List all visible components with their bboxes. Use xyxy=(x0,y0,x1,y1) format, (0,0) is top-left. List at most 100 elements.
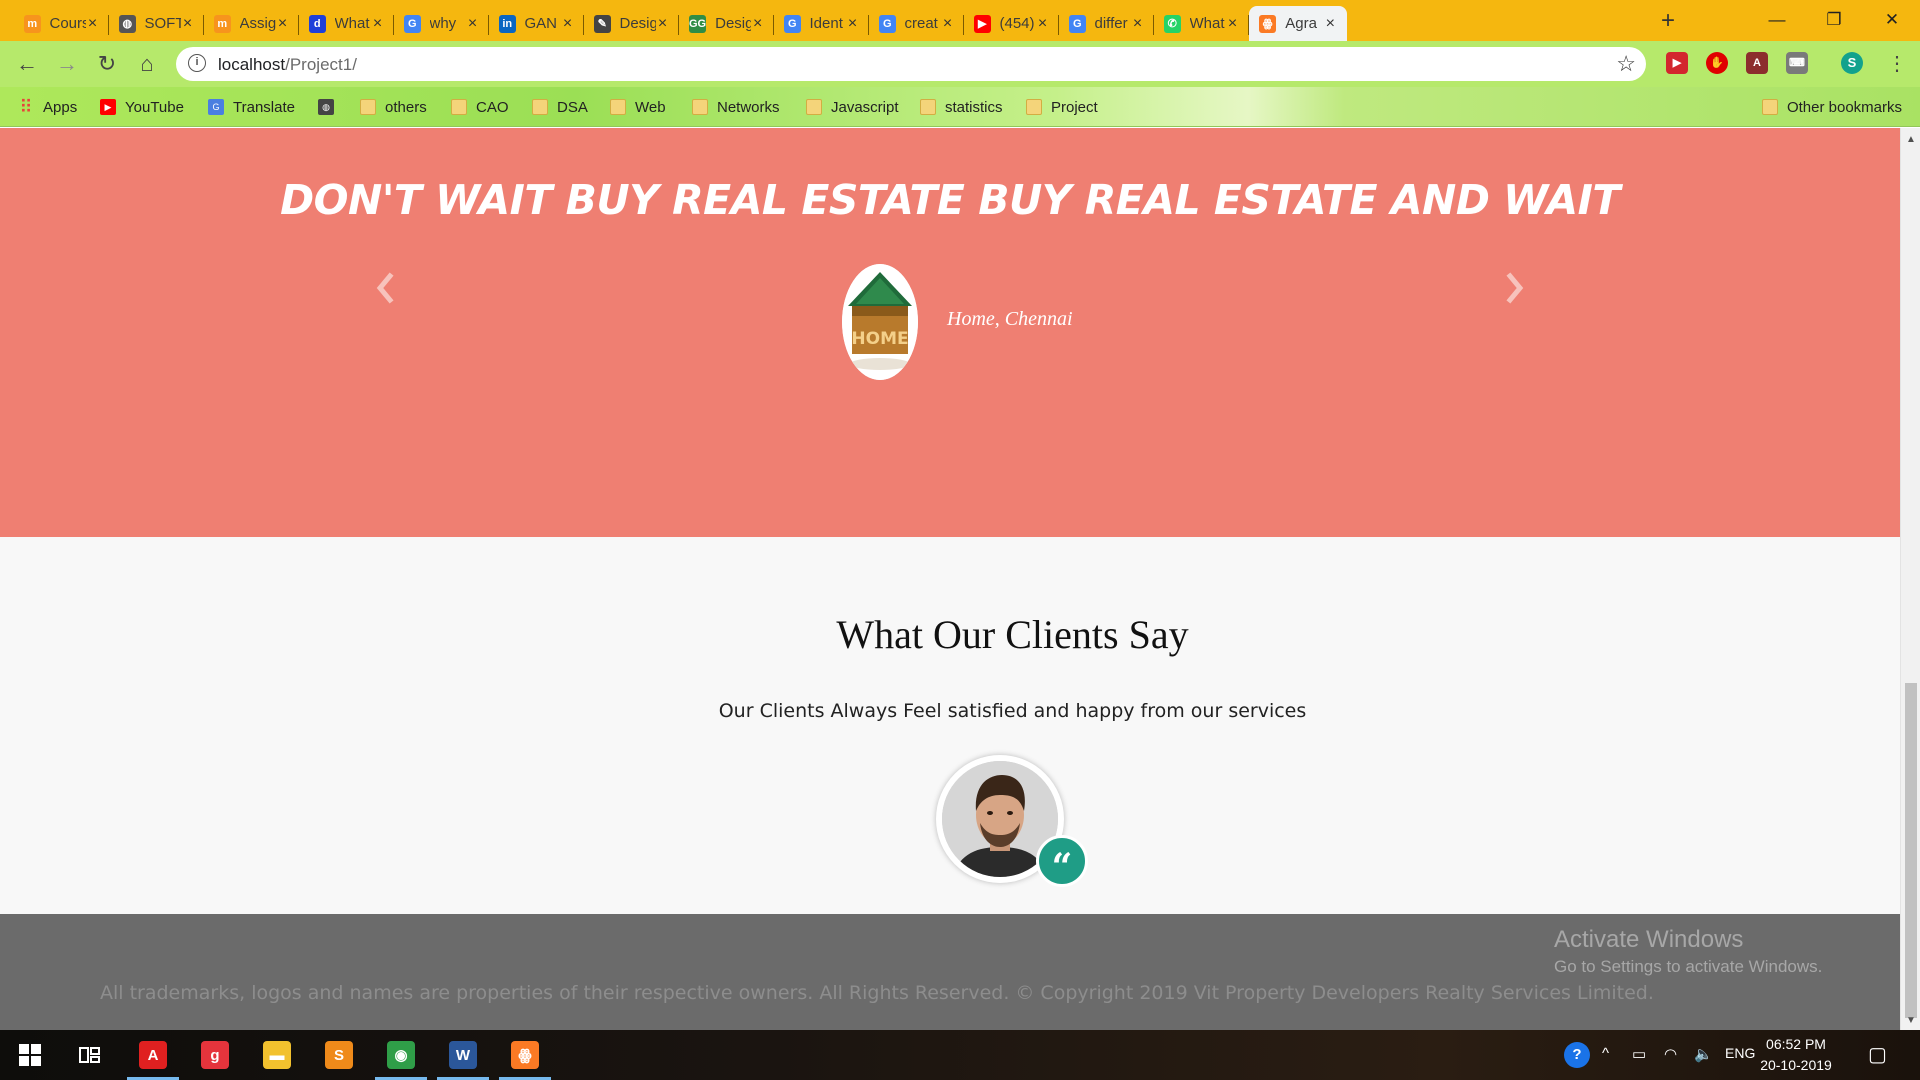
restore-button[interactable]: ❐ xyxy=(1814,6,1854,34)
hero-carousel: DON'T WAIT BUY REAL ESTATE BUY REAL ESTA… xyxy=(0,128,1900,537)
close-tab-icon[interactable]: × xyxy=(941,15,954,33)
extension-acrobat-icon[interactable]: A xyxy=(1746,52,1768,74)
bookmark-statistics[interactable]: statistics xyxy=(920,96,1003,118)
tab[interactable]: in GAN × xyxy=(489,6,584,41)
bookmark-youtube[interactable]: ▶ YouTube xyxy=(100,96,184,118)
activate-windows-title: Activate Windows xyxy=(1554,926,1744,953)
taskbar-grammarly[interactable]: g xyxy=(185,1030,245,1080)
bookmark-star-icon[interactable]: ☆ xyxy=(1616,51,1636,77)
forward-button[interactable]: → xyxy=(52,49,82,79)
extension-video-icon[interactable]: ▶ xyxy=(1666,52,1688,74)
system-clock[interactable]: 06:52 PM 20-10-2019 xyxy=(1754,1034,1838,1076)
scrollbar-thumb[interactable] xyxy=(1905,683,1917,1018)
carousel-prev-icon[interactable] xyxy=(373,268,397,308)
help-icon[interactable]: ? xyxy=(1564,1042,1590,1068)
bookmark-others[interactable]: others xyxy=(360,96,427,118)
close-tab-icon[interactable]: × xyxy=(751,15,764,33)
tab[interactable]: Gwhy × xyxy=(394,6,489,41)
close-tab-icon[interactable]: × xyxy=(466,15,479,33)
task-view-button[interactable] xyxy=(60,1030,120,1080)
address-bar[interactable]: i localhost/Project1/ ☆ xyxy=(176,47,1646,81)
taskbar-acrobat[interactable]: A xyxy=(123,1030,183,1080)
tab[interactable]: ✎ Desig × xyxy=(584,6,679,41)
bookmark-apps[interactable]: ⠿ Apps xyxy=(18,96,77,118)
taskbar-file-explorer[interactable]: ▬ xyxy=(247,1030,307,1080)
bookmark-globe[interactable]: ◍ xyxy=(318,96,343,118)
address-path: /Project1/ xyxy=(285,55,357,74)
reload-button[interactable]: ↻ xyxy=(92,49,122,79)
page-scrollbar[interactable]: ▲ ▼ xyxy=(1900,128,1920,1030)
tab-title: Assig xyxy=(239,15,277,32)
menu-kebab-icon[interactable]: ⋮ xyxy=(1882,49,1912,79)
taskbar-chrome[interactable]: ◉ xyxy=(371,1030,431,1080)
home-image-text: HOME xyxy=(851,329,908,349)
new-tab-button[interactable]: + xyxy=(1655,9,1681,35)
tab[interactable]: d What × xyxy=(299,6,394,41)
close-tab-icon[interactable]: × xyxy=(1036,15,1049,33)
wifi-icon[interactable]: ◠ xyxy=(1664,1045,1677,1063)
other-bookmarks[interactable]: Other bookmarks xyxy=(1761,96,1902,118)
close-tab-icon[interactable]: × xyxy=(1131,15,1144,33)
close-window-button[interactable]: ✕ xyxy=(1872,6,1912,34)
tab[interactable]: ✆ What × xyxy=(1154,6,1249,41)
bookmark-web[interactable]: Web xyxy=(610,96,666,118)
tray-chevron-icon[interactable]: ^ xyxy=(1602,1045,1609,1062)
taskbar-xampp[interactable]: ꙮ xyxy=(495,1030,555,1080)
extension-keyboard-icon[interactable]: ⌨ xyxy=(1786,52,1808,74)
start-button[interactable] xyxy=(0,1030,60,1080)
moodle-icon: m xyxy=(24,14,41,33)
site-info-icon[interactable]: i xyxy=(188,54,206,72)
close-tab-icon[interactable]: × xyxy=(1226,15,1239,33)
bookmark-label: Javascript xyxy=(831,98,899,116)
windows-taskbar: ? ^ ▭ ◠ 🔈 ENG 06:52 PM 20-10-2019 ▢ Ag ▬ S… xyxy=(0,1030,1920,1080)
extension-adblock-icon[interactable]: ✋ xyxy=(1706,52,1728,74)
close-tab-icon[interactable]: × xyxy=(656,15,669,33)
carousel-next-icon[interactable] xyxy=(1503,268,1527,308)
close-tab-icon[interactable]: × xyxy=(846,15,859,33)
home-button[interactable]: ⌂ xyxy=(132,49,162,79)
battery-icon[interactable]: ▭ xyxy=(1632,1045,1646,1063)
google-icon: G xyxy=(784,14,801,33)
scroll-down-icon[interactable]: ▼ xyxy=(1906,1015,1916,1026)
clients-title: What Our Clients Say xyxy=(836,612,1189,657)
grammarly-icon: g xyxy=(201,1041,229,1069)
language-indicator[interactable]: ENG xyxy=(1725,1045,1755,1061)
taskbar-word[interactable]: W xyxy=(433,1030,493,1080)
tab[interactable]: Gdiffer × xyxy=(1059,6,1154,41)
bookmark-project[interactable]: Project xyxy=(1026,96,1098,118)
clients-subtitle: Our Clients Always Feel satisfied and ha… xyxy=(718,700,1307,722)
bookmark-networks[interactable]: Networks xyxy=(692,96,780,118)
scroll-up-icon[interactable]: ▲ xyxy=(1906,134,1916,145)
taskbar-sublime[interactable]: S xyxy=(309,1030,369,1080)
bookmark-translate[interactable]: G Translate xyxy=(208,96,295,118)
tab[interactable]: ◍ SOFT × xyxy=(109,6,204,41)
tab[interactable]: Gcreat × xyxy=(869,6,964,41)
close-tab-icon[interactable]: × xyxy=(561,15,574,33)
tab-active[interactable]: ꙮ Agra × xyxy=(1249,6,1347,41)
moodle-icon: m xyxy=(214,14,231,33)
bookmark-dsa[interactable]: DSA xyxy=(532,96,588,118)
profile-avatar[interactable]: S xyxy=(1841,52,1863,74)
volume-icon[interactable]: 🔈 xyxy=(1694,1045,1713,1063)
close-tab-icon[interactable]: × xyxy=(181,15,194,33)
close-tab-icon[interactable]: × xyxy=(276,15,289,33)
close-tab-icon[interactable]: × xyxy=(371,15,384,33)
tab[interactable]: m Cours × xyxy=(14,6,109,41)
tab[interactable]: GG Desig × xyxy=(679,6,774,41)
address-url[interactable]: localhost/Project1/ xyxy=(218,55,357,75)
bookmark-cao[interactable]: CAO xyxy=(451,96,509,118)
home-image: HOME xyxy=(842,264,918,380)
tab[interactable]: ▶ (454) × xyxy=(964,6,1059,41)
back-button[interactable]: ← xyxy=(12,49,42,79)
bookmark-label: others xyxy=(385,98,427,116)
tab[interactable]: m Assig × xyxy=(204,6,299,41)
close-tab-icon[interactable]: × xyxy=(1324,15,1337,33)
clock-date: 20-10-2019 xyxy=(1760,1057,1832,1073)
minimize-button[interactable]: — xyxy=(1757,6,1797,34)
task-view-icon xyxy=(79,1047,100,1063)
bookmark-javascript[interactable]: Javascript xyxy=(806,96,899,118)
other-bookmarks-label: Other bookmarks xyxy=(1786,98,1902,116)
close-tab-icon[interactable]: × xyxy=(86,15,99,33)
notifications-icon[interactable]: ▢ xyxy=(1868,1042,1887,1067)
tab[interactable]: G Ident × xyxy=(774,6,869,41)
